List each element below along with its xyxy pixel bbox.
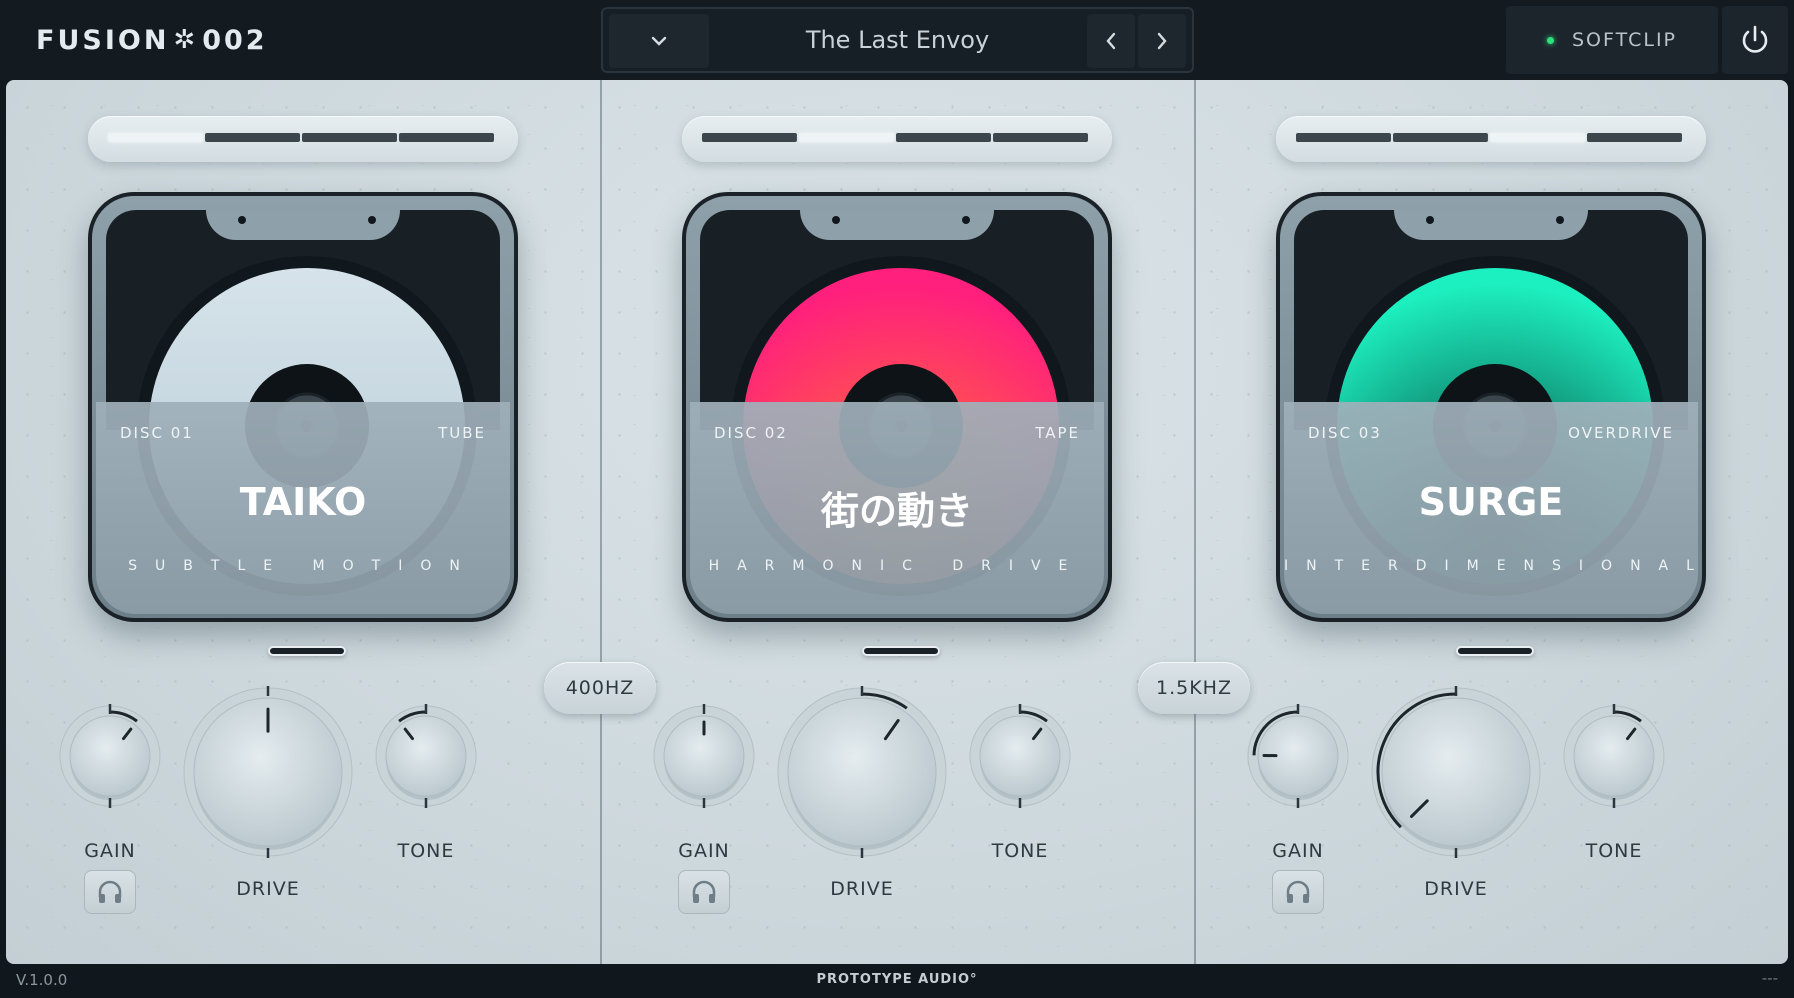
disc-slot[interactable]: [993, 133, 1088, 142]
disc-title: TAIKO: [239, 480, 367, 524]
disc-title: SURGE: [1418, 480, 1564, 524]
gain-knob[interactable]: [1244, 702, 1352, 810]
disc-slot[interactable]: [205, 133, 300, 142]
channel-3: DISC 03 OVERDRIVE SURGE INTERDIMENSIONAL…: [1194, 80, 1788, 964]
channel-1: DISC 01 TUBE TAIKO SUBTLE MOTION GAIN DR…: [6, 80, 600, 964]
chevron-left-icon: [1106, 32, 1116, 50]
preset-dropdown-button[interactable]: [609, 14, 709, 68]
drive-knob[interactable]: [180, 684, 356, 860]
disc-label-panel: DISC 01 TUBE TAIKO SUBTLE MOTION: [96, 402, 510, 614]
drive-label: DRIVE: [236, 878, 300, 900]
disc-label-panel: DISC 03 OVERDRIVE SURGE INTERDIMENSIONAL: [1284, 402, 1698, 614]
tone-knob-wrap: [372, 702, 480, 814]
gain-knob[interactable]: [56, 702, 164, 810]
main-panel: DISC 01 TUBE TAIKO SUBTLE MOTION GAIN DR…: [6, 80, 1788, 964]
brand-label: PROTOTYPE AUDIO°: [816, 972, 978, 987]
previous-preset-button[interactable]: [1087, 14, 1135, 68]
crossover-low-label: 400HZ: [565, 677, 635, 699]
power-button[interactable]: [1722, 6, 1788, 74]
crossover-low-button[interactable]: 400HZ: [544, 662, 656, 714]
drive-knob[interactable]: [774, 684, 950, 860]
drive-knob-wrap: [180, 684, 356, 864]
disc-type: TAPE: [1035, 424, 1080, 442]
disc-label-panel: DISC 02 TAPE 街の動き HARMONIC DRIVE: [690, 402, 1104, 614]
disc-title: 街の動き: [820, 489, 973, 533]
disc-selector[interactable]: [682, 116, 1112, 162]
gain-label: GAIN: [1272, 840, 1324, 862]
tone-knob-wrap: [1560, 702, 1668, 814]
drive-label: DRIVE: [1424, 878, 1488, 900]
disc-slot[interactable]: [1296, 133, 1391, 142]
tone-knob-wrap: [966, 702, 1074, 814]
tone-label: TONE: [397, 840, 455, 862]
solo-listen-button[interactable]: [678, 870, 730, 914]
disc-selector[interactable]: [1276, 116, 1706, 162]
softclip-led: [1546, 36, 1554, 44]
disc-number: DISC 03: [1308, 424, 1382, 442]
disc-frame[interactable]: DISC 02 TAPE 街の動き HARMONIC DRIVE: [682, 192, 1112, 622]
drive-knob-wrap: [1368, 684, 1544, 864]
channel-2: DISC 02 TAPE 街の動き HARMONIC DRIVE GAIN DR…: [600, 80, 1194, 964]
disc-slot[interactable]: [799, 133, 894, 142]
disc-subtitle: HARMONIC DRIVE: [708, 558, 1086, 574]
softclip-toggle[interactable]: SOFTCLIP: [1506, 6, 1718, 74]
headphones-icon: [692, 880, 716, 903]
gain-knob-wrap: [1244, 702, 1352, 814]
disc-number: DISC 02: [714, 424, 788, 442]
footer-bar: V.1.0.0 PROTOTYPE AUDIO° ---: [0, 964, 1794, 998]
gain-knob-wrap: [650, 702, 758, 814]
crossover-high-button[interactable]: 1.5KHZ: [1138, 662, 1250, 714]
preset-browser: The Last Envoy: [601, 7, 1194, 73]
disc-frame[interactable]: DISC 01 TUBE TAIKO SUBTLE MOTION: [88, 192, 518, 622]
disc-number: DISC 01: [120, 424, 194, 442]
gain-knob-wrap: [56, 702, 164, 814]
disc-slot[interactable]: [399, 133, 494, 142]
tone-knob[interactable]: [966, 702, 1074, 810]
solo-listen-button[interactable]: [84, 870, 136, 914]
disc-slot[interactable]: [1393, 133, 1488, 142]
eject-button[interactable]: [268, 646, 346, 656]
disc-slot[interactable]: [1587, 133, 1682, 142]
disc-slot[interactable]: [702, 133, 797, 142]
tone-label: TONE: [1585, 840, 1643, 862]
gain-knob[interactable]: [650, 702, 758, 810]
disc-subtitle: INTERDIMENSIONAL: [1284, 558, 1706, 574]
power-icon: [1742, 25, 1768, 53]
disc-subtitle: SUBTLE MOTION: [128, 558, 478, 574]
tone-label: TONE: [991, 840, 1049, 862]
eject-button[interactable]: [862, 646, 940, 656]
app-logo: FUSION ✲ 002: [36, 22, 268, 58]
star-burst-icon: ✲: [173, 25, 199, 55]
headphones-icon: [98, 880, 122, 903]
tone-knob[interactable]: [372, 702, 480, 810]
disc-slot[interactable]: [1490, 133, 1585, 142]
disc-slot[interactable]: [108, 133, 203, 142]
tone-knob[interactable]: [1560, 702, 1668, 810]
solo-listen-button[interactable]: [1272, 870, 1324, 914]
logo-text-left: FUSION: [36, 24, 170, 56]
chevron-down-icon: [651, 36, 667, 46]
eject-button[interactable]: [1456, 646, 1534, 656]
disc-selector[interactable]: [88, 116, 518, 162]
chevron-right-icon: [1157, 32, 1167, 50]
next-preset-button[interactable]: [1138, 14, 1186, 68]
crossover-high-label: 1.5KHZ: [1156, 677, 1232, 699]
disc-slot[interactable]: [302, 133, 397, 142]
preset-name[interactable]: The Last Envoy: [713, 9, 1082, 71]
drive-knob-wrap: [774, 684, 950, 864]
drive-knob[interactable]: [1368, 684, 1544, 860]
disc-type: TUBE: [438, 424, 486, 442]
gain-label: GAIN: [84, 840, 136, 862]
disc-frame[interactable]: DISC 03 OVERDRIVE SURGE INTERDIMENSIONAL: [1276, 192, 1706, 622]
disc-type: OVERDRIVE: [1568, 424, 1674, 442]
logo-text-right: 002: [202, 24, 268, 56]
headphones-icon: [1286, 880, 1310, 903]
drive-label: DRIVE: [830, 878, 894, 900]
status-label: ---: [1761, 969, 1778, 987]
softclip-label: SOFTCLIP: [1571, 29, 1678, 51]
top-bar: FUSION ✲ 002 The Last Envoy SOFTCLIP: [0, 0, 1794, 80]
disc-slot[interactable]: [896, 133, 991, 142]
gain-label: GAIN: [678, 840, 730, 862]
